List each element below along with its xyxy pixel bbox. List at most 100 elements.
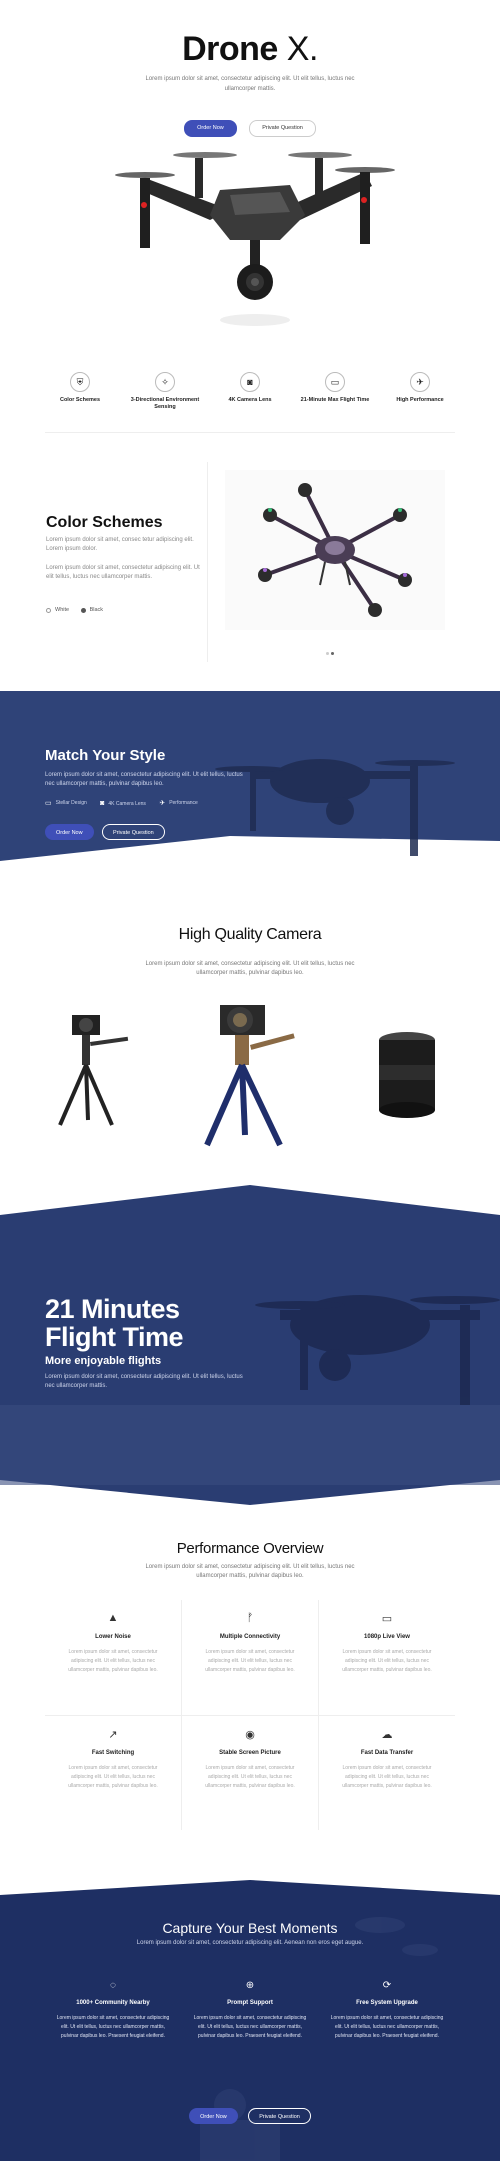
camera-icon: ◙ [100, 800, 105, 807]
sync-icon: ⟳ [382, 1980, 392, 1991]
feature-item: ◙ 4K Camera Lens [210, 372, 290, 432]
hero-title-bold: Drone [182, 30, 278, 68]
flight-time-section: 21 Minutes Flight Time More enjoyable fl… [0, 1185, 500, 1505]
private-question-button[interactable]: Private Question [102, 824, 165, 840]
lifebuoy-icon: ⊕ [245, 1980, 255, 1991]
match-buttons: Order Now Private Question [45, 821, 169, 840]
section-title: Performance Overview [176, 1540, 324, 1557]
section-title: Capture Your Best Moments [162, 1920, 338, 1936]
feature-item: ✧ 3-Directional Environment Sensing [125, 372, 205, 432]
swatch-label: Black [89, 607, 104, 613]
section-text: Lorem ipsum dolor sit amet, consec tetur… [46, 537, 194, 552]
color-swatches: White Black [46, 607, 113, 615]
private-question-button[interactable]: Private Question [248, 2108, 311, 2124]
tag-label: 4K Camera Lens [108, 800, 146, 807]
tag-item: ◙ 4K Camera Lens [100, 800, 146, 807]
divider [207, 462, 208, 662]
capture-item: ◌ 1000+ Community Nearby Lorem ipsum dol… [53, 1980, 173, 2041]
item-text: Lorem ipsum dolor sit amet, consectetur … [342, 1765, 432, 1789]
section-text: Lorem ipsum dolor sit amet, consectetur … [46, 565, 200, 580]
item-title: Free System Upgrade [356, 2000, 418, 2006]
item-text: Lorem ipsum dolor sit amet, consectetur … [330, 2015, 444, 2039]
shield-icon: ⛨ [70, 372, 90, 392]
item-text: Lorem ipsum dolor sit amet, consectetur … [68, 1649, 158, 1673]
black-dot-icon [80, 607, 86, 613]
capture-buttons: Order Now Private Question [0, 2105, 500, 2124]
item-title: Prompt Support [227, 2000, 273, 2006]
performance-item: ◉ Stable Screen Picture Lorem ipsum dolo… [182, 1716, 318, 1831]
order-now-button[interactable]: Order Now [189, 2108, 238, 2124]
monitor-icon: ▭ [381, 1613, 393, 1625]
performance-section: Performance Overview Lorem ipsum dolor s… [0, 1530, 500, 1860]
item-title: Fast Data Transfer [360, 1750, 414, 1756]
tag-label: Stellar Design [55, 800, 87, 806]
item-title: Fast Switching [91, 1750, 135, 1756]
hero-section: Drone X. Lorem ipsum dolor sit amet, con… [0, 0, 500, 350]
item-text: Lorem ipsum dolor sit amet, consectetur … [68, 1765, 158, 1789]
capture-item: ⊕ Prompt Support Lorem ipsum dolor sit a… [190, 1980, 310, 2041]
tag-item: ✈ Performance [159, 799, 198, 807]
battery-icon: ▭ [325, 372, 345, 392]
section-text: Lorem ipsum dolor sit amet, consectetur … [45, 1374, 243, 1389]
hero-title-light: X. [286, 30, 319, 68]
performance-item: ☁ Fast Data Transfer Lorem ipsum dolor s… [319, 1716, 455, 1831]
cloud-upload-icon: ☁ [381, 1729, 393, 1741]
hero-title: Drone X. [0, 30, 500, 69]
tag-list: ▭ Stellar Design ◙ 4K Camera Lens ✈ Perform… [45, 799, 210, 807]
item-title: Multiple Connectivity [219, 1634, 281, 1640]
capture-section: Capture Your Best Moments Lorem ipsum do… [0, 1880, 500, 2161]
order-now-button[interactable]: Order Now [184, 120, 237, 137]
feature-label: 21-Minute Max Flight Time [300, 397, 370, 403]
chart-area-icon: ▲ [107, 1612, 119, 1624]
white-dot-icon [46, 607, 51, 613]
antenna-icon: ᚠ [246, 1612, 254, 1624]
item-title: 1080p Live View [364, 1634, 410, 1640]
hexacopter-image [225, 470, 445, 630]
item-text: Lorem ipsum dolor sit amet, consectetur … [205, 1765, 295, 1789]
divider [45, 432, 455, 433]
feature-label: 4K Camera Lens [228, 397, 272, 403]
swatch-white[interactable]: White [46, 607, 69, 613]
drone-hero-image [115, 152, 395, 326]
performance-item: ▲ Lower Noise Lorem ipsum dolor sit amet… [45, 1600, 181, 1715]
item-title: Stable Screen Picture [219, 1750, 281, 1756]
eye-icon: ◉ [245, 1729, 255, 1741]
private-question-button[interactable]: Private Question [249, 120, 316, 137]
performance-item: ᚠ Multiple Connectivity Lorem ipsum dolo… [182, 1600, 318, 1715]
item-text: Lorem ipsum dolor sit amet, consectetur … [205, 1649, 295, 1673]
feature-item: ⛨ Color Schemes [40, 372, 120, 432]
landing-page: Drone X. Lorem ipsum dolor sit amet, con… [0, 0, 500, 2161]
feature-item: ✈ High Performance [380, 372, 460, 432]
feature-label: Color Schemes [59, 397, 101, 403]
compass-icon: ✧ [155, 372, 175, 392]
swatch-label: White [55, 607, 70, 613]
camera-section: High Quality Camera Lorem ipsum dolor si… [0, 900, 500, 1160]
match-style-section: Match Your Style Lorem ipsum dolor sit a… [0, 691, 500, 876]
item-text: Lorem ipsum dolor sit amet, consectetur … [342, 1649, 432, 1673]
performance-grid: ▲ Lower Noise Lorem ipsum dolor sit amet… [45, 1600, 455, 1830]
section-text: Lorem ipsum dolor sit amet, consectetur … [145, 961, 355, 976]
swatch-black[interactable]: Black [80, 607, 104, 613]
feature-label: High Performance [396, 397, 444, 403]
slider-dots[interactable] [325, 642, 335, 660]
plane-icon: ✈ [159, 800, 166, 807]
section-text: Lorem ipsum dolor sit amet, consectetur … [145, 1564, 355, 1579]
section-title: Color Schemes [46, 514, 163, 531]
hero-subtitle: Lorem ipsum dolor sit amet, consectetur … [145, 76, 355, 92]
section-text: Lorem ipsum dolor sit amet, consectetur … [45, 772, 243, 787]
section-subtitle: More enjoyable flights [45, 1355, 162, 1367]
plane-icon: ✈ [410, 372, 430, 392]
chat-icon: ◌ [110, 1980, 116, 1991]
item-text: Lorem ipsum dolor sit amet, consectetur … [56, 2015, 170, 2039]
order-now-button[interactable]: Order Now [45, 824, 94, 840]
performance-item: ↗ Fast Switching Lorem ipsum dolor sit a… [45, 1716, 181, 1831]
tag-item: ▭ Stellar Design [45, 799, 87, 807]
feature-list: ⛨ Color Schemes ✧ 3-Directional Environm… [40, 372, 460, 432]
camera-icon: ◙ [240, 372, 260, 392]
chart-line-icon: ↗ [108, 1729, 118, 1741]
tripod-camera-image [58, 1015, 129, 1126]
feature-item: ▭ 21-Minute Max Flight Time [295, 372, 375, 432]
performance-item: ▭ 1080p Live View Lorem ipsum dolor sit … [319, 1600, 455, 1715]
hero-buttons: Order Now Private Question [0, 116, 500, 137]
tag-label: Performance [169, 800, 198, 806]
